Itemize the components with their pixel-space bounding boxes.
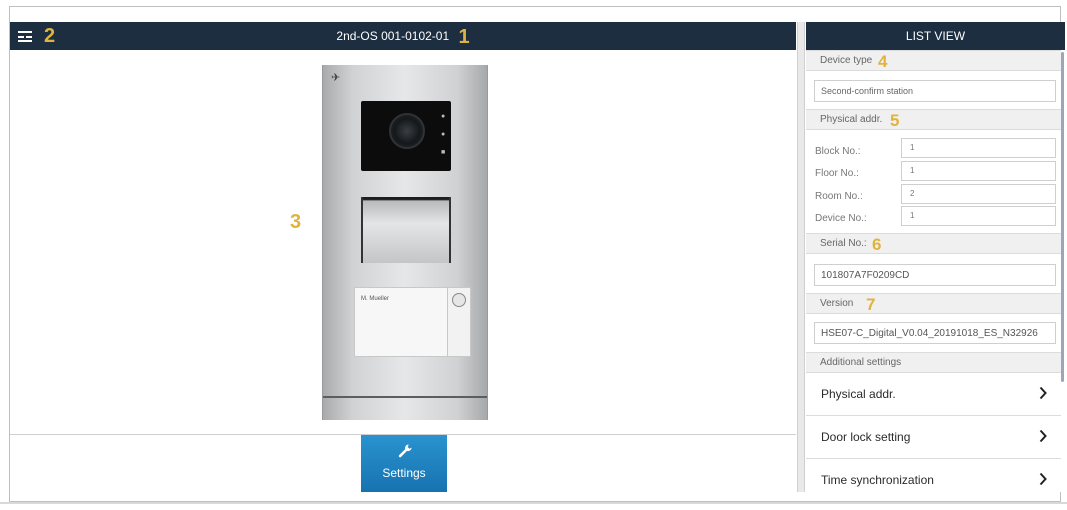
section-serial: Serial No.: 6 bbox=[806, 233, 1061, 254]
device-title-text: 2nd-OS 001-0102-01 bbox=[336, 29, 450, 43]
speaker-grille bbox=[361, 197, 451, 263]
settings-button[interactable]: Settings bbox=[361, 435, 447, 492]
section-version: Version 7 bbox=[806, 293, 1061, 314]
serial-field: 101807A7F0209CD bbox=[814, 264, 1056, 286]
call-icon: ● bbox=[441, 131, 446, 138]
device-preview-area: 3 ✈︎ ● ● ■ M. Mueller bbox=[10, 50, 796, 434]
key-icon: ● bbox=[441, 113, 446, 120]
brand-logo-icon: ✈︎ bbox=[331, 72, 341, 84]
settings-label: Settings bbox=[382, 466, 426, 480]
chevron-right-icon bbox=[1039, 472, 1047, 486]
section-additional-settings: Additional settings bbox=[806, 352, 1061, 373]
nav-door-lock-setting[interactable]: Door lock setting bbox=[806, 416, 1061, 459]
physical-addr-label: Physical addr. bbox=[820, 114, 883, 125]
version-value: HSE07-C_Digital_V0.04_20191018_ES_N32926 bbox=[821, 328, 1038, 339]
outdoor-station-image: ✈︎ ● ● ■ M. Mueller bbox=[322, 65, 488, 420]
pane-splitter[interactable] bbox=[797, 22, 805, 492]
room-no-label: Room No.: bbox=[815, 191, 863, 202]
callout-3: 3 bbox=[290, 211, 302, 233]
device-type-value: Second-confirm station bbox=[821, 86, 914, 96]
wrench-icon bbox=[398, 444, 412, 458]
panel-divider bbox=[323, 396, 487, 398]
device-no-label: Device No.: bbox=[815, 213, 867, 224]
callout-6: 6 bbox=[872, 235, 882, 254]
device-no-field[interactable]: 1 bbox=[901, 206, 1056, 226]
nav-physical-addr[interactable]: Physical addr. bbox=[806, 373, 1061, 416]
callout-4: 4 bbox=[878, 52, 888, 71]
nav-door-lock-label: Door lock setting bbox=[821, 430, 911, 444]
additional-settings-label: Additional settings bbox=[820, 357, 902, 368]
list-view-pane: LIST VIEW Device type 4 Second-confirm s… bbox=[806, 22, 1065, 492]
bell-button-icon bbox=[452, 293, 466, 307]
device-pane: 2 2nd-OS 001-0102-01 1 3 ✈︎ ● ● ■ M. Mue… bbox=[10, 22, 796, 492]
nav-physical-addr-label: Physical addr. bbox=[821, 387, 896, 401]
block-no-label: Block No.: bbox=[815, 146, 861, 157]
chevron-right-icon bbox=[1039, 429, 1047, 443]
device-type-label: Device type bbox=[820, 55, 873, 66]
section-device-type: Device type 4 bbox=[806, 50, 1061, 71]
camera-module: ● ● ■ bbox=[361, 101, 451, 171]
callout-1: 1 bbox=[458, 26, 470, 48]
version-label: Version bbox=[820, 298, 854, 309]
callout-5: 5 bbox=[890, 111, 900, 130]
floor-no-field[interactable]: 1 bbox=[901, 161, 1056, 181]
page-separator bbox=[0, 502, 1067, 504]
section-physical-addr: Physical addr. 5 bbox=[806, 109, 1061, 130]
chevron-right-icon bbox=[1039, 386, 1047, 400]
door-icon: ■ bbox=[441, 149, 446, 156]
block-no-field[interactable]: 1 bbox=[901, 138, 1056, 158]
callout-7: 7 bbox=[866, 295, 876, 314]
floor-no-label: Floor No.: bbox=[815, 168, 859, 179]
device-header-bar: 2 2nd-OS 001-0102-01 1 bbox=[10, 22, 796, 50]
call-button bbox=[447, 287, 471, 357]
camera-lens-icon bbox=[389, 113, 425, 149]
list-view-header: LIST VIEW bbox=[806, 22, 1065, 50]
device-title: 2nd-OS 001-0102-01 1 bbox=[10, 22, 796, 50]
serial-label: Serial No.: bbox=[820, 238, 867, 249]
name-card-text: M. Mueller bbox=[361, 296, 390, 302]
room-no-field[interactable]: 2 bbox=[901, 184, 1056, 204]
nav-time-sync[interactable]: Time synchronization bbox=[806, 459, 1061, 492]
device-type-field: Second-confirm station bbox=[814, 80, 1056, 102]
serial-value: 101807A7F0209CD bbox=[821, 270, 910, 281]
version-field: HSE07-C_Digital_V0.04_20191018_ES_N32926 bbox=[814, 322, 1056, 344]
nav-time-sync-label: Time synchronization bbox=[821, 473, 934, 487]
list-scrollbar[interactable] bbox=[1061, 52, 1064, 382]
name-card: M. Mueller bbox=[354, 287, 448, 357]
